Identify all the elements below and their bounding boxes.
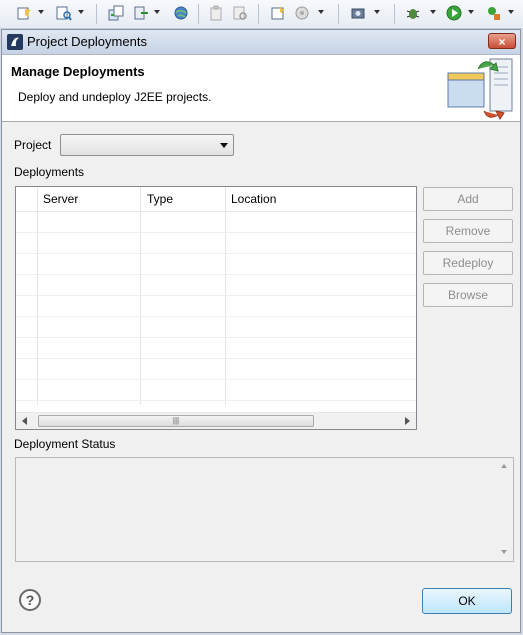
deployments-label: Deployments [14,165,85,179]
run-server-dropdown-icon[interactable] [154,10,160,14]
search-icon[interactable] [56,5,72,21]
ide-toolbar [0,0,523,29]
row-divider [16,295,416,296]
scroll-down-icon[interactable] [501,550,507,554]
scrollbar-thumb[interactable]: ||| [38,415,314,427]
debug-dropdown-icon[interactable] [430,10,436,14]
row-divider [16,316,416,317]
toolbar-separator [198,4,199,24]
deployment-status-box[interactable] [15,457,514,562]
web-service-icon[interactable] [294,5,310,21]
banner-title: Manage Deployments [11,64,145,79]
row-divider [16,232,416,233]
column-divider [140,187,141,405]
scroll-right-icon[interactable] [405,417,410,425]
dialog-title: Project Deployments [27,34,147,49]
debug-icon[interactable] [405,5,421,21]
scroll-left-icon[interactable] [22,417,27,425]
project-deployments-dialog: Project Deployments × Manage Deployments… [1,29,521,633]
row-divider [16,253,416,254]
table-header: Server Type Location [16,187,416,212]
ok-button[interactable]: OK [422,588,512,614]
project-combo[interactable] [60,134,234,156]
row-divider [16,274,416,275]
camera-icon[interactable] [350,5,366,21]
deploy-wizard-icon [447,58,513,120]
vertical-scrollbar[interactable] [496,458,513,561]
banner-description: Deploy and undeploy J2EE projects. [18,90,212,104]
column-header-location[interactable]: Location [231,192,276,206]
run-icon[interactable] [446,5,462,21]
column-header-server[interactable]: Server [43,192,78,206]
project-label: Project [14,138,52,152]
external-tools-icon[interactable] [486,5,502,21]
header-banner: Manage Deployments Deploy and undeploy J… [2,55,520,122]
new-wizard-dropdown-icon[interactable] [38,10,44,14]
add-button[interactable]: Add [423,187,513,211]
browse-button[interactable]: Browse [423,283,513,307]
refresh-icon[interactable] [232,5,248,21]
deploy-icon[interactable] [108,5,124,21]
toolbar-separator [96,4,97,24]
remove-button[interactable]: Remove [423,219,513,243]
external-tools-dropdown-icon[interactable] [508,10,514,14]
app-logo-icon [7,34,23,50]
column-divider [37,187,38,405]
toolbar-separator [394,4,395,24]
dialog-titlebar[interactable]: Project Deployments × [2,30,520,55]
search-dropdown-icon[interactable] [78,10,84,14]
camera-dropdown-icon[interactable] [374,10,380,14]
row-divider [16,337,416,338]
toolbar-separator [258,4,259,24]
deployments-table[interactable]: Server Type Location ||| [15,186,417,430]
column-header-type[interactable]: Type [147,192,173,206]
clipboard-icon[interactable] [208,5,224,21]
close-button[interactable]: × [488,33,516,49]
new-wizard-icon[interactable] [16,5,32,21]
redeploy-button[interactable]: Redeploy [423,251,513,275]
chevron-down-icon [220,143,228,148]
row-divider [16,358,416,359]
toolbar-separator [338,4,339,24]
new-file-icon[interactable] [270,5,286,21]
deployment-status-label: Deployment Status [14,437,116,451]
help-icon[interactable]: ? [19,589,41,611]
scroll-up-icon[interactable] [501,464,507,468]
row-divider [16,379,416,380]
run-dropdown-icon[interactable] [468,10,474,14]
run-server-icon[interactable] [133,5,149,21]
column-divider [225,187,226,405]
web-service-dropdown-icon[interactable] [318,10,324,14]
row-divider [16,400,416,401]
horizontal-scrollbar[interactable]: ||| [16,412,416,429]
globe-icon[interactable] [173,5,189,21]
